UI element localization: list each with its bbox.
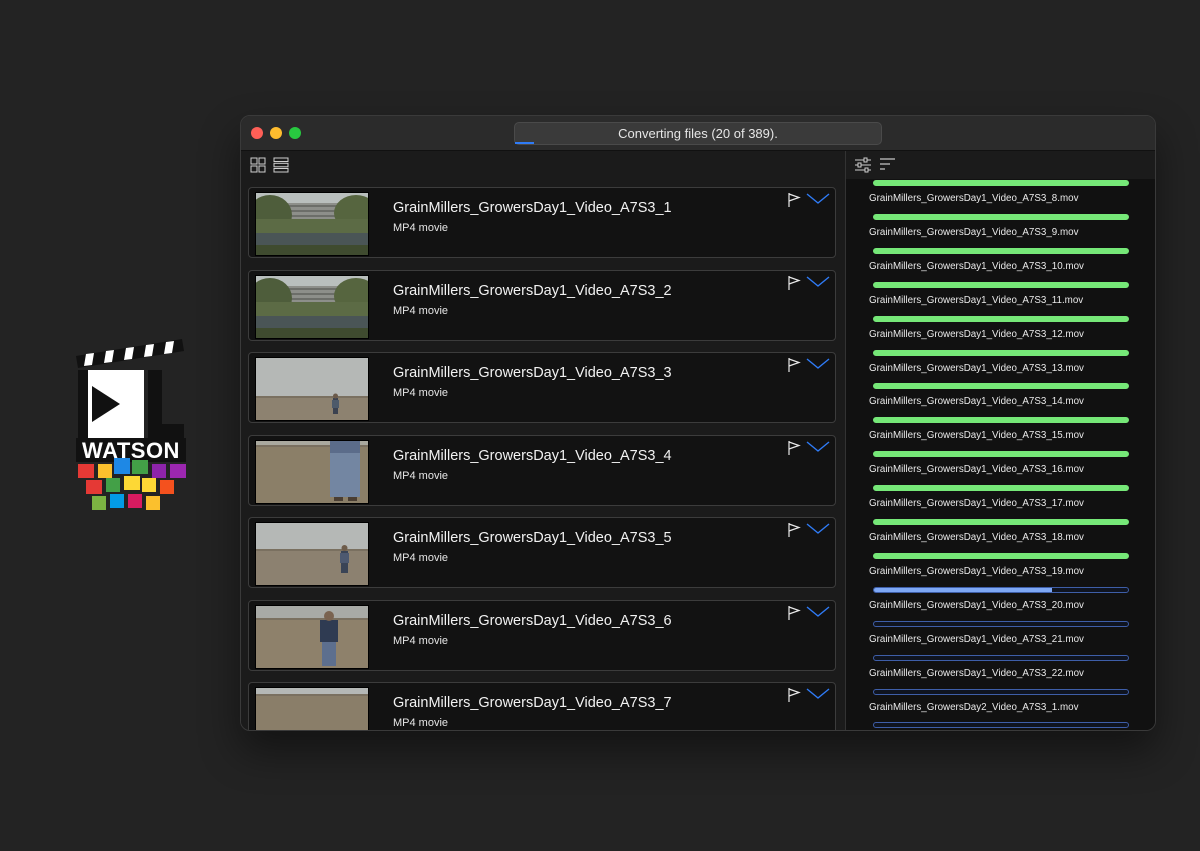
file-card[interactable]: GrainMillers_GrowersDay1_Video_A7S3_7 MP… [248, 682, 836, 730]
file-kind: MP4 movie [393, 552, 449, 564]
chevron-down-icon[interactable] [806, 605, 830, 619]
queue-progress-bar [873, 654, 1129, 661]
file-name: GrainMillers_GrowersDay1_Video_A7S3_1 [393, 200, 672, 216]
queue-progress-bar [873, 315, 1129, 322]
file-card[interactable]: GrainMillers_GrowersDay1_Video_A7S3_2 MP… [248, 269, 836, 341]
queue-item-name: GrainMillers_GrowersDay2_Video_A7S3_1.mo… [869, 701, 1079, 713]
flag-icon[interactable] [787, 687, 801, 703]
video-thumbnail [255, 687, 369, 730]
file-name: GrainMillers_GrowersDay1_Video_A7S3_5 [393, 530, 672, 546]
queue-progress-bar [873, 451, 1129, 458]
queue-toolbar [846, 151, 1155, 179]
video-thumbnail [255, 274, 369, 339]
minimize-window-button[interactable] [270, 127, 282, 139]
chevron-down-icon[interactable] [806, 275, 830, 289]
queue-item-name: GrainMillers_GrowersDay1_Video_A7S3_12.m… [869, 328, 1084, 340]
flag-icon[interactable] [787, 522, 801, 538]
queue-item-name: GrainMillers_GrowersDay1_Video_A7S3_9.mo… [869, 226, 1079, 238]
queue-progress-bar [873, 586, 1129, 593]
list-view-icon[interactable] [273, 157, 289, 173]
flag-icon[interactable] [787, 275, 801, 291]
queue-item-name: GrainMillers_GrowersDay1_Video_A7S3_18.m… [869, 532, 1084, 543]
queue-progress-bar [873, 722, 1129, 729]
queue-progress-bar [873, 349, 1129, 356]
queue-progress-bar [873, 552, 1129, 559]
queue-progress-bar [873, 383, 1129, 390]
queue-item-name: GrainMillers_GrowersDay1_Video_A7S3_17.m… [869, 498, 1084, 510]
flag-icon[interactable] [787, 605, 801, 621]
queue-item-name: GrainMillers_GrowersDay1_Video_A7S3_10.m… [869, 260, 1084, 272]
file-kind: MP4 movie [393, 222, 449, 234]
file-name: GrainMillers_GrowersDay1_Video_A7S3_7 [393, 695, 672, 711]
queue-item-name: GrainMillers_GrowersDay1_Video_A7S3_13.m… [869, 362, 1084, 374]
file-card[interactable]: GrainMillers_GrowersDay1_Video_A7S3_5 MP… [248, 517, 836, 588]
queue-progress-bar [873, 247, 1129, 254]
flag-icon[interactable] [787, 440, 801, 456]
chevron-down-icon[interactable] [806, 192, 830, 206]
sliders-icon[interactable] [854, 156, 872, 174]
file-list: GrainMillers_GrowersDay1_Video_A7S3_1 MP… [248, 187, 838, 730]
queue-item-name: GrainMillers_GrowersDay1_Video_A7S3_8.mo… [869, 193, 1079, 204]
queue-progress-bar [873, 620, 1129, 627]
file-kind: MP4 movie [393, 387, 449, 399]
chevron-down-icon[interactable] [806, 440, 830, 454]
file-card[interactable]: GrainMillers_GrowersDay1_Video_A7S3_1 MP… [248, 187, 836, 258]
file-card[interactable]: GrainMillers_GrowersDay1_Video_A7S3_3 MP… [248, 352, 836, 423]
queue-progress-bar [873, 519, 1129, 525]
conversion-queue-pane: GrainMillers_GrowersDay1_Video_A7S3_8.mo… [846, 151, 1155, 730]
chevron-down-icon[interactable] [806, 687, 830, 701]
file-card[interactable]: GrainMillers_GrowersDay1_Video_A7S3_6 MP… [248, 599, 836, 671]
zoom-window-button[interactable] [289, 127, 301, 139]
queue-item-name: GrainMillers_GrowersDay1_Video_A7S3_15.m… [869, 430, 1084, 442]
file-kind: MP4 movie [393, 304, 449, 317]
flag-icon[interactable] [787, 357, 801, 373]
queue-item-name: GrainMillers_GrowersDay1_Video_A7S3_16.m… [869, 464, 1084, 476]
queue-progress-bar [873, 180, 1129, 186]
queue-item-name: GrainMillers_GrowersDay1_Video_A7S3_14.m… [869, 396, 1084, 408]
svg-text:WATSON: WATSON [82, 438, 180, 463]
file-kind: MP4 movie [393, 717, 449, 729]
queue-item-name: GrainMillers_GrowersDay1_Video_A7S3_21.m… [869, 633, 1084, 645]
conversion-progress-bar [515, 142, 534, 144]
grid-view-icon[interactable] [250, 157, 266, 173]
video-thumbnail [255, 522, 369, 586]
source-files-pane: GrainMillers_GrowersDay1_Video_A7S3_1 MP… [241, 151, 846, 730]
close-window-button[interactable] [251, 127, 263, 139]
queue-progress-bar [873, 417, 1129, 424]
title-bar: Converting files (20 of 389). [241, 116, 1155, 151]
queue-item-name: GrainMillers_GrowersDay1_Video_A7S3_19.m… [869, 565, 1084, 577]
file-name: GrainMillers_GrowersDay1_Video_A7S3_3 [393, 365, 672, 381]
queue-item-name: GrainMillers_GrowersDay1_Video_A7S3_22.m… [869, 667, 1084, 679]
queue-item-name: GrainMillers_GrowersDay1_Video_A7S3_11.m… [869, 294, 1084, 306]
queue-progress-bar [873, 213, 1129, 220]
dl-watson-logo: WATSON [72, 334, 190, 514]
queue-progress-bar [873, 281, 1129, 288]
queue-progress-bar [873, 485, 1129, 492]
conversion-status: Converting files (20 of 389). [514, 122, 882, 145]
converter-window: Converting files (20 of 389). GrainMille… [240, 115, 1156, 731]
file-name: GrainMillers_GrowersDay1_Video_A7S3_2 [393, 282, 672, 299]
video-thumbnail [255, 604, 369, 669]
chevron-down-icon[interactable] [806, 522, 830, 536]
queue-progress-fill [874, 587, 1052, 592]
view-toolbar [241, 151, 845, 181]
conversion-status-text: Converting files (20 of 389). [618, 126, 778, 141]
file-name: GrainMillers_GrowersDay1_Video_A7S3_6 [393, 612, 672, 629]
file-card[interactable]: GrainMillers_GrowersDay1_Video_A7S3_4 MP… [248, 434, 836, 506]
chevron-down-icon[interactable] [806, 357, 830, 371]
flag-icon[interactable] [787, 192, 801, 208]
queue-progress-bar [873, 688, 1129, 695]
file-kind: MP4 movie [393, 634, 449, 647]
video-thumbnail [255, 192, 369, 256]
file-name: GrainMillers_GrowersDay1_Video_A7S3_4 [393, 447, 672, 464]
video-thumbnail [255, 357, 369, 421]
queue-item-name: GrainMillers_GrowersDay1_Video_A7S3_20.m… [869, 599, 1084, 611]
sort-icon[interactable] [879, 156, 897, 174]
video-thumbnail [255, 439, 369, 504]
file-kind: MP4 movie [393, 469, 449, 482]
